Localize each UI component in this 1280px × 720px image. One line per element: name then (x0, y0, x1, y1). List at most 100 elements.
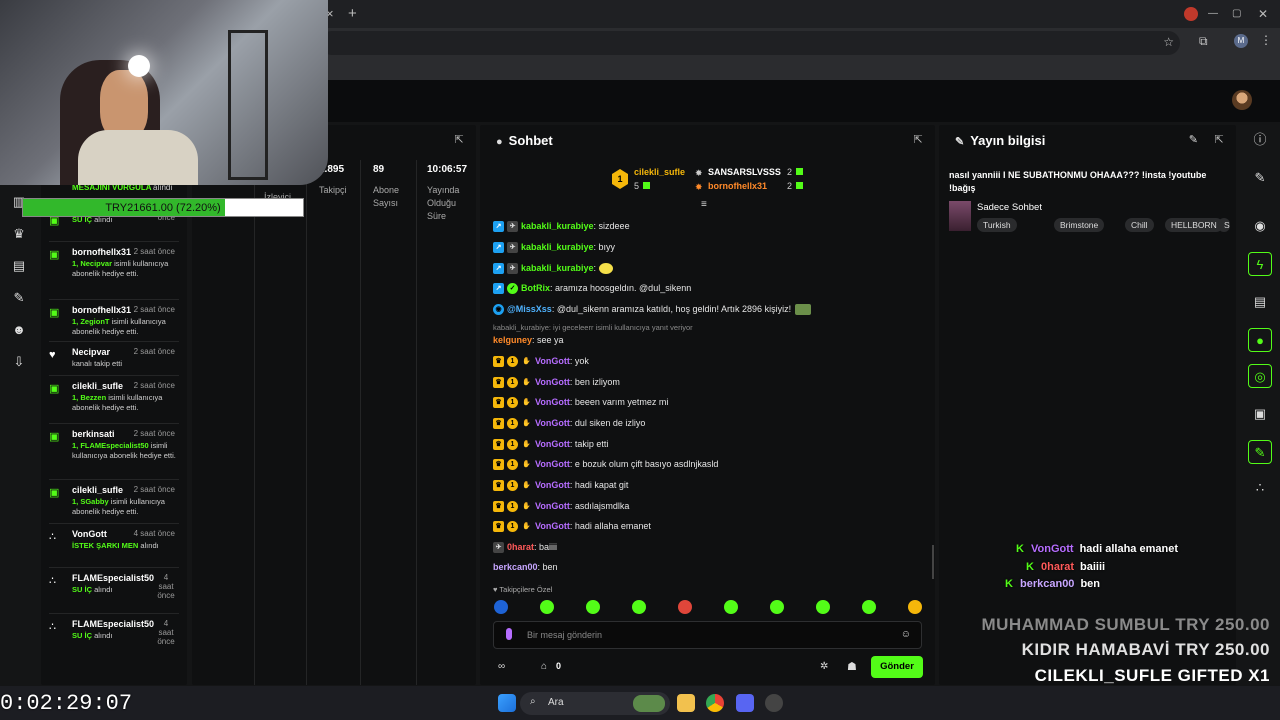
popout-icon[interactable]: ⇱ (1212, 133, 1226, 147)
profile-avatar[interactable]: M (1234, 34, 1248, 48)
settings-icon[interactable]: ✲ (820, 661, 828, 672)
emote[interactable] (540, 600, 554, 614)
chat-username[interactable]: kabakli_kurabiye (521, 263, 594, 273)
chat-scrollbar[interactable] (932, 545, 934, 579)
feed-username[interactable]: Necipvar (72, 347, 110, 357)
close-window-icon[interactable]: ✕ (1258, 0, 1268, 28)
chat-input[interactable]: Bir mesaj gönderin ☺ (493, 621, 922, 649)
chat-username[interactable]: berkcan00 (493, 562, 538, 572)
upload-icon[interactable]: ⇩ (11, 354, 27, 370)
chat-username[interactable]: VonGott (535, 356, 570, 366)
emote[interactable] (494, 600, 508, 614)
category-name[interactable]: Sadece Sohbet (977, 202, 1042, 213)
chat-bubble-icon: ● (496, 136, 503, 148)
flash-icon[interactable]: ϟ (1248, 252, 1272, 276)
edit-icon[interactable]: ✎ (1248, 166, 1272, 190)
chat-username[interactable]: VonGott (535, 439, 570, 449)
extensions-puzzle-icon[interactable]: ⧉ (1199, 34, 1208, 49)
clips-icon[interactable]: ▤ (11, 258, 27, 274)
chat-username[interactable]: VonGott (535, 521, 570, 531)
emote[interactable] (586, 600, 600, 614)
feed-username[interactable]: cilekli_sufle (72, 485, 123, 495)
discord-icon[interactable] (736, 694, 754, 712)
points-icon[interactable]: ∞ (498, 661, 505, 672)
chat-icon[interactable]: ● (1248, 328, 1272, 352)
feed-username[interactable]: VonGott (72, 529, 107, 539)
file-explorer-icon[interactable] (677, 694, 695, 712)
bookmark-star-icon[interactable]: ☆ (1163, 35, 1174, 49)
chat-username[interactable]: VonGott (535, 501, 570, 511)
trophy-icon[interactable]: ♛ (11, 226, 27, 242)
screen: × + — ▢ ✕ ☆ ⧉ M ⋮ ▥ ♛ ▤ ✎ ☻ ⇩ MESAJINI V… (0, 0, 1280, 720)
feed-username[interactable]: berkinsati (72, 429, 115, 439)
feed-separator (49, 299, 179, 300)
feed-username[interactable]: bornofhellx31 (72, 305, 131, 315)
emote[interactable] (862, 600, 876, 614)
chat-username[interactable]: @MissXss (507, 304, 552, 314)
feed-username[interactable]: cilekli_sufle (72, 381, 123, 391)
emote[interactable] (770, 600, 784, 614)
emote[interactable] (632, 600, 646, 614)
chat-text: : bıyy (593, 242, 616, 252)
mic-icon[interactable] (506, 628, 512, 640)
mod-icon[interactable]: ☗ (847, 660, 857, 673)
camera-icon[interactable]: ◉ (1248, 214, 1272, 238)
document-icon[interactable]: ▤ (1248, 290, 1272, 314)
tag-chip[interactable]: Chill (1125, 218, 1154, 232)
kick-icon: K (1005, 578, 1016, 590)
edit-icon[interactable]: ✎ (1189, 133, 1198, 146)
emote[interactable] (678, 600, 692, 614)
popout-icon[interactable]: ⇱ (452, 133, 466, 147)
feed-username[interactable]: bornofhellx31 (72, 247, 131, 257)
info-icon[interactable]: ⓘ (1248, 128, 1272, 152)
chat-username[interactable]: VonGott (535, 480, 570, 490)
chat-username[interactable]: VonGott (535, 397, 570, 407)
emote[interactable] (724, 600, 738, 614)
taskbar-search[interactable]: ⌕ Ara (520, 692, 670, 715)
chat-username[interactable]: kabakli_kurabiye (521, 242, 594, 252)
tools-icon[interactable]: ✎ (11, 290, 27, 306)
chat-username[interactable]: VonGott (535, 418, 570, 428)
broadcast-icon[interactable]: ◎ (1248, 364, 1272, 388)
chat-username[interactable]: kabakli_kurabiye (521, 221, 594, 231)
address-bar[interactable]: ☆ (320, 31, 1180, 55)
emote[interactable] (908, 600, 922, 614)
chat-username[interactable]: BotRix (521, 283, 550, 293)
minimize-icon[interactable]: — (1208, 0, 1218, 28)
collapse-leaderboard-icon[interactable]: ≡ (701, 199, 707, 210)
send-button[interactable]: Gönder (871, 656, 923, 678)
extension-icon[interactable] (1184, 7, 1198, 21)
tools-icon[interactable]: ✎ (1248, 440, 1272, 464)
chat-username[interactable]: kelguney (493, 335, 532, 345)
emote[interactable] (816, 600, 830, 614)
browser-menu-icon[interactable]: ⋮ (1260, 33, 1272, 47)
gifter-name[interactable]: SANSARSLVSSS (708, 167, 781, 177)
tag-chip[interactable]: Turkish (977, 218, 1017, 232)
store-icon[interactable]: ⌂ (541, 661, 547, 672)
gift-icon (796, 168, 803, 175)
chat-username[interactable]: VonGott (535, 459, 570, 469)
feed-username[interactable]: FLAMEspecialist50 (72, 573, 154, 583)
new-tab-button[interactable]: + (348, 0, 357, 28)
user-avatar[interactable] (1232, 90, 1252, 110)
chrome-icon[interactable] (706, 694, 724, 712)
category-thumbnail[interactable] (949, 201, 971, 231)
feed-time: 2 saat önce (133, 485, 175, 494)
community-icon[interactable]: ∴ (1248, 476, 1272, 500)
feed-username[interactable]: FLAMEspecialist50 (72, 619, 154, 629)
emoji-icon[interactable]: ☺ (901, 629, 911, 640)
maximize-icon[interactable]: ▢ (1232, 0, 1241, 28)
top-gifter-name[interactable]: cilekli_sufle (634, 167, 685, 177)
gifter-name[interactable]: bornofhellx31 (708, 181, 767, 191)
start-icon[interactable] (498, 694, 516, 712)
tag-chip[interactable]: HELLBORN (1165, 218, 1223, 232)
bot-icon: ◉ (493, 304, 504, 316)
tag-chip[interactable]: Brimstone (1054, 218, 1105, 232)
tag-chip[interactable]: Samimi (1218, 218, 1230, 232)
chat-username[interactable]: VonGott (535, 377, 570, 387)
popout-icon[interactable]: ⇱ (911, 133, 925, 147)
community-icon[interactable]: ☻ (11, 322, 27, 338)
print-icon[interactable]: ▣ (1248, 402, 1272, 426)
chat-username[interactable]: 0harat (507, 542, 534, 552)
app-icon[interactable] (765, 694, 783, 712)
